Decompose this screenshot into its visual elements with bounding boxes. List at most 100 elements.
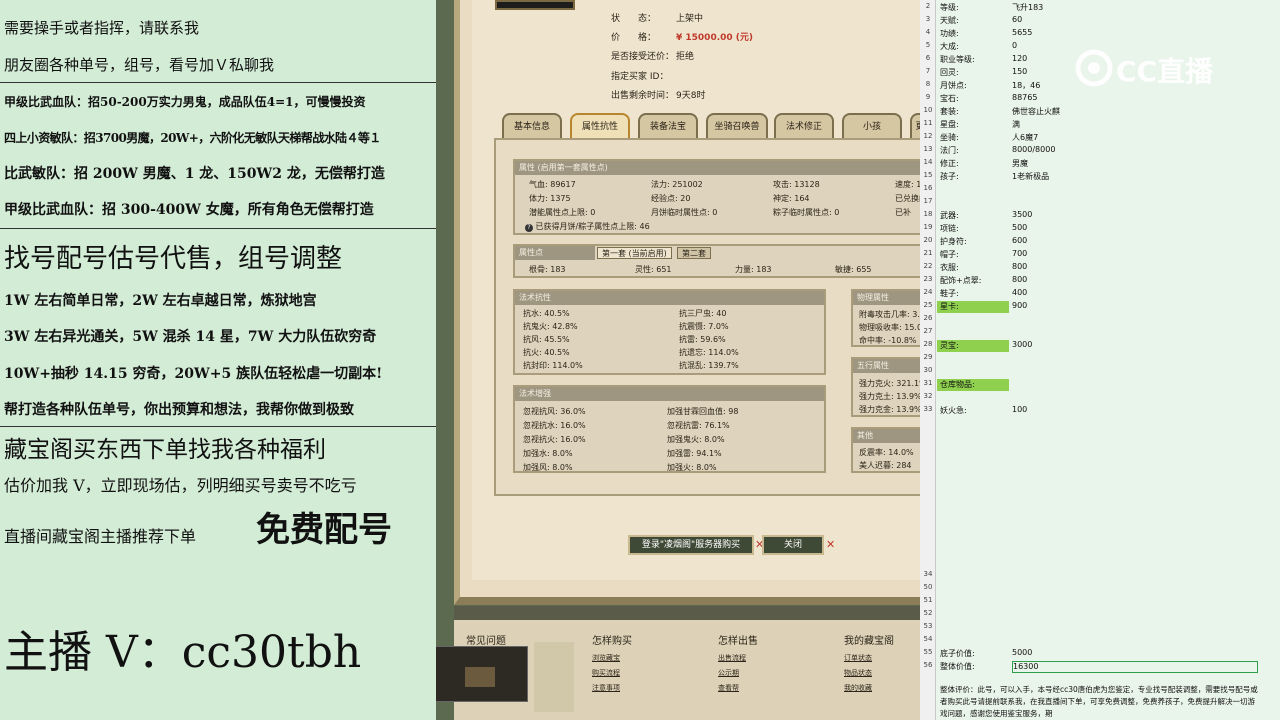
sheet-value-cell[interactable]: 120 [1012,54,1027,63]
sheet-value-cell[interactable]: 400 [1012,288,1027,297]
row-number: 33 [923,405,933,413]
tab-mounts[interactable]: 坐骑召唤兽 [706,113,768,139]
price-value: ¥ 15000.00 (元) [676,33,754,43]
tab-basic-info[interactable]: 基本信息 [502,113,562,139]
footer-link[interactable]: 订单状态 [844,653,872,663]
row-number: 53 [923,622,933,630]
element-metal: 强力克金: 13.9% [859,405,920,414]
sheet-value-cell[interactable]: 600 [1012,236,1027,245]
info-heading: 藏宝阁买东西下单找我各种福利 [4,437,326,463]
sheet-value-cell[interactable]: 飞升183 [1012,2,1043,13]
sheet-key-cell[interactable]: 底子价值: [940,648,975,659]
tab-spell-mod[interactable]: 法术修正 [774,113,834,139]
cc-live-logo: CC直播 [1072,44,1242,90]
sheet-value-cell[interactable]: 5655 [1012,28,1032,37]
sheet-key-cell[interactable]: 整体价值: [940,661,975,672]
row-number: 19 [923,223,933,231]
sheet-value-cell[interactable]: 100 [1012,405,1027,414]
sheet-key-cell[interactable]: 法门: [940,145,959,156]
sheet-key-cell[interactable]: 回灵: [940,67,959,78]
sheet-value-cell[interactable]: 1老新极品 [1012,171,1049,182]
sheet-key-cell[interactable]: 职业等级: [940,54,975,65]
attr-stamina: 体力: 1375 [529,194,571,203]
sheet-value-cell[interactable]: 5000 [1012,648,1032,657]
points-strength: 力量: 183 [735,265,772,274]
tab-attributes[interactable]: 属性抗性 [570,113,630,139]
sheet-value-cell[interactable]: 人6魔7 [1012,132,1038,143]
item-detail-area: 状 态： 上架中 价 格： ¥ 15000.00 (元) 是否接受还价： 拒绝 … [472,0,920,580]
sheet-key-cell[interactable]: 宝石: [940,93,959,104]
sheet-key-cell[interactable]: 项链: [940,223,959,234]
sheet-key-cell[interactable]: 妖火急: [940,405,967,416]
info-line: 甲级比武血队：招 300-400W 女魔，所有角色无偿帮打造 [4,202,374,218]
sheet-key-cell[interactable]: 天赋: [940,15,959,26]
sheet-value-cell[interactable]: 3500 [1012,210,1032,219]
footer-link[interactable]: 我的收藏 [844,683,872,693]
footer-buy-title: 怎样购买 [592,636,632,647]
footer-link[interactable]: 公示期 [718,668,739,678]
sheet-key-cell[interactable]: 月饼点: [940,80,967,91]
sheet-key-cell[interactable]: 大成: [940,41,959,52]
sheet-key-cell[interactable]: 武器: [940,210,959,221]
points-tab-1[interactable]: 第一套 (当前启用) [597,247,672,259]
footer-link[interactable]: 物品状态 [844,668,872,678]
footer-faq-title[interactable]: 常见问题 [466,632,506,647]
sheet-value-cell[interactable]: 150 [1012,67,1027,76]
buy-button[interactable]: 登录"凌烟阁"服务器购买 [628,535,754,555]
sheet-value-cell[interactable]: 60 [1012,15,1022,24]
sheet-key-cell[interactable]: 等级: [940,2,959,13]
boost-title: 法术增强 [515,387,824,401]
sheet-value-cell[interactable]: 800 [1012,262,1027,271]
tab-child[interactable]: 小孩 [842,113,902,139]
sheet-value-cell[interactable]: 88765 [1012,93,1037,102]
attr-attack: 攻击: 13128 [773,180,820,189]
sheet-key-cell[interactable]: 坐骑: [940,132,959,143]
sheet-value-cell[interactable]: 18，46 [1012,80,1040,91]
sheet-value-cell[interactable]: 16300 [1012,661,1258,673]
horizontal-scrollbar[interactable] [454,606,920,620]
sheet-value-cell[interactable]: 3000 [1012,340,1032,349]
sheet-value-cell[interactable]: 满 [1012,119,1020,130]
sheet-key-cell[interactable]: 配饰+点翠: [940,275,981,286]
sheet-value-cell[interactable]: 0 [1012,41,1017,50]
close-x-icon[interactable]: ✕ [826,538,835,551]
points-tab-2[interactable]: 第二套 [677,247,711,259]
sheet-value-cell[interactable]: 8000/8000 [1012,145,1055,154]
sheet-key-cell[interactable]: 仓库物品: [940,379,975,390]
footer-link[interactable]: 出售流程 [718,653,746,663]
sheet-key-cell[interactable]: 护身符: [940,236,967,247]
boost-ignore-fire: 忽视抗火: 16.0% [523,435,586,444]
footer-link[interactable]: 查看帮 [718,683,739,693]
sheet-key-cell[interactable]: 孩子: [940,171,959,182]
webcam-scene [465,667,495,687]
resist-water: 抗水: 40.5% [523,309,570,318]
sheet-key-cell[interactable]: 功绩: [940,28,959,39]
info-line: 比武敏队：招 200W 男魔、1 龙、150W2 龙，无偿帮打造 [4,166,385,182]
footer-link[interactable]: 注意事项 [592,683,620,693]
game-window: 状 态： 上架中 价 格： ¥ 15000.00 (元) 是否接受还价： 拒绝 … [436,0,920,720]
resist-corpse-bug: 抗三尸虫: 40 [679,309,727,318]
sheet-value-cell[interactable]: 佛世容止火麒 [1012,106,1060,117]
tab-equipment[interactable]: 装备法宝 [638,113,698,139]
sheet-key-cell[interactable]: 灵宝: [940,340,959,351]
sheet-key-cell[interactable]: 套装: [940,106,959,117]
attr-potential-cap: 潜能属性点上限: 0 [529,208,596,217]
sheet-key-cell[interactable]: 修正: [940,158,959,169]
divider [0,228,436,229]
sheet-key-cell[interactable]: 星卡: [940,301,959,312]
sheet-key-cell[interactable]: 鞋子: [940,288,959,299]
sheet-key-cell[interactable]: 帽子: [940,249,959,260]
physical-title: 物理属性 [853,291,920,305]
footer-link[interactable]: 购买流程 [592,668,620,678]
sheet-value-cell[interactable]: 700 [1012,249,1027,258]
sheet-key-cell[interactable]: 衣服: [940,262,959,273]
footer-sell-title: 怎样出售 [718,636,758,647]
sheet-value-cell[interactable]: 男魔 [1012,158,1028,169]
footer-link[interactable]: 浏览藏宝 [592,653,620,663]
sheet-key-cell[interactable]: 星盘: [940,119,959,130]
sheet-value-cell[interactable]: 900 [1012,301,1027,310]
tab-more[interactable]: 更 [910,113,920,139]
sheet-value-cell[interactable]: 800 [1012,275,1027,284]
sheet-value-cell[interactable]: 500 [1012,223,1027,232]
close-button[interactable]: 关闭 [762,535,824,555]
